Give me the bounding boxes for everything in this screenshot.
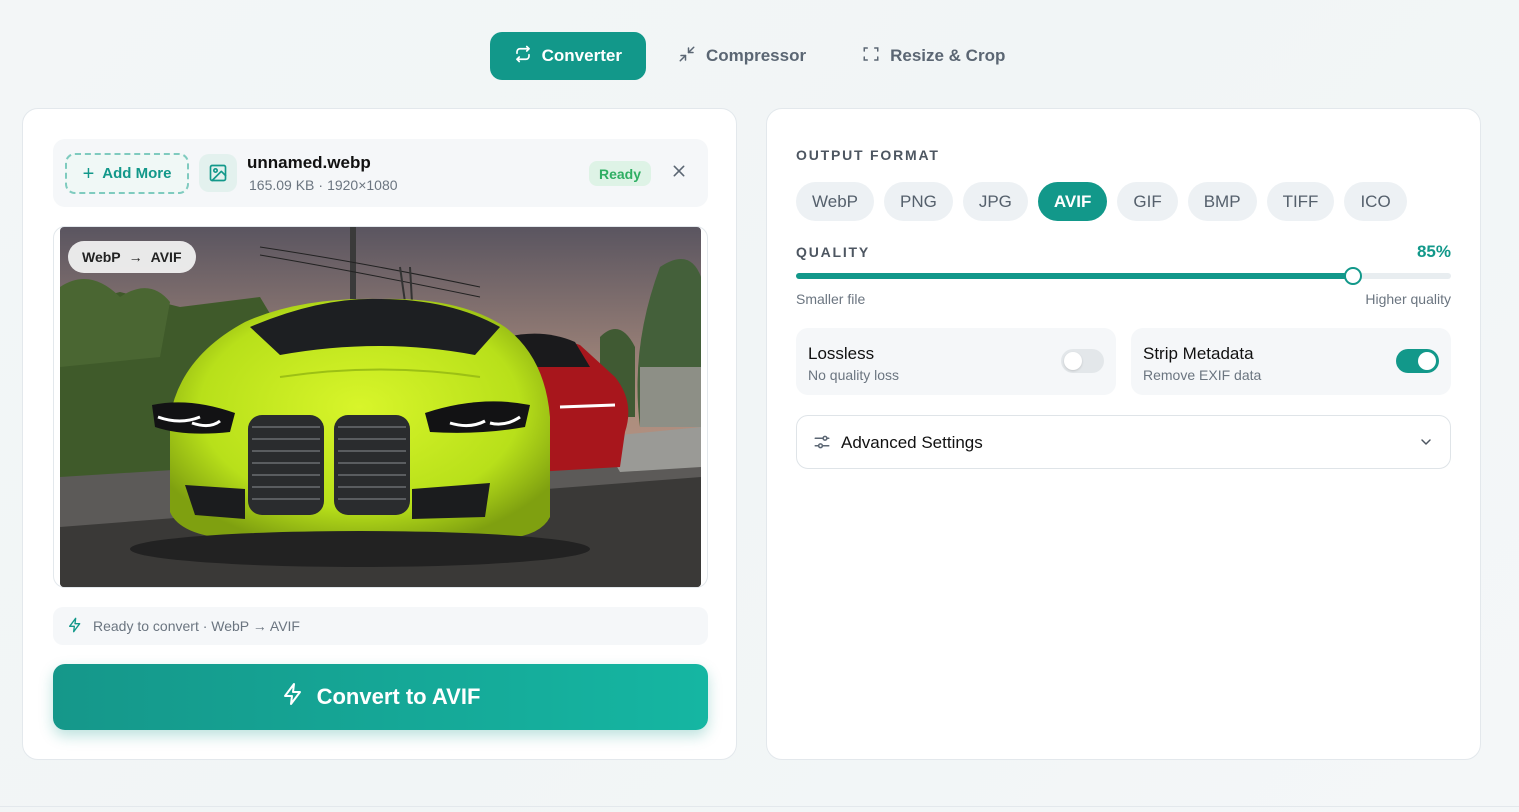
tab-converter-label: Converter: [541, 46, 622, 65]
output-format-label: OUTPUT FORMAT: [796, 147, 940, 163]
format-option[interactable]: PNG: [884, 182, 953, 221]
chevron-down-icon: [1418, 434, 1434, 455]
sliders-icon: [813, 433, 831, 456]
file-meta: 165.09 KB · 1920×1080: [247, 177, 400, 193]
arrow-right-icon: →: [128, 249, 143, 265]
from-format: WebP: [82, 249, 121, 265]
quality-value: 85%: [1416, 242, 1451, 261]
plus-icon: +: [82, 162, 95, 185]
mode-tabs: Converter Compressor Resize & Crop: [0, 32, 1519, 80]
format-option[interactable]: GIF: [1117, 182, 1178, 221]
minimize-icon: [678, 45, 696, 68]
quality-slider-fill: [796, 273, 1353, 279]
meta-separator: ·: [318, 177, 324, 193]
format-option[interactable]: JPG: [962, 182, 1028, 221]
add-more-button[interactable]: + Add More: [65, 153, 189, 194]
tab-converter[interactable]: Converter: [489, 32, 646, 80]
settings-panel: OUTPUT FORMAT WebP PNG JPG AVIF GIF BMP …: [766, 108, 1481, 760]
file-row: + Add More unnamed.webp 165.09 KB · 1920×1…: [53, 139, 708, 207]
lightning-icon: [281, 682, 305, 712]
footer-divider: [0, 806, 1519, 807]
crop-frame-icon: [862, 45, 880, 68]
strip-metadata-option: Strip Metadata Remove EXIF data: [1131, 328, 1451, 395]
format-option[interactable]: WebP: [796, 182, 874, 221]
format-selector: WebP PNG JPG AVIF GIF BMP TIFF ICO: [796, 182, 1407, 221]
preview-frame: WebP → AVIF: [53, 226, 708, 588]
strip-metadata-toggle[interactable]: [1396, 349, 1439, 373]
file-name: unnamed.webp: [247, 153, 371, 172]
toggle-knob: [1418, 352, 1436, 370]
quality-slider[interactable]: [796, 267, 1451, 285]
file-size: 165.09 KB: [249, 177, 315, 193]
quality-label: QUALITY: [796, 244, 871, 260]
format-option-selected[interactable]: AVIF: [1037, 182, 1108, 221]
lightning-icon: [67, 617, 83, 636]
lossless-title: Lossless: [808, 344, 875, 363]
lossless-option: Lossless No quality loss: [796, 328, 1116, 395]
quality-min-caption: Smaller file: [796, 291, 866, 307]
close-icon: [671, 163, 687, 184]
conversion-status-bar: Ready to convert · WebP → AVIF: [53, 607, 708, 645]
convert-button-label: Convert to AVIF: [316, 684, 481, 709]
lossless-toggle[interactable]: [1061, 349, 1104, 373]
tab-compressor[interactable]: Compressor: [654, 32, 830, 80]
file-panel: + Add More unnamed.webp 165.09 KB · 1920×1…: [22, 108, 737, 760]
tab-compressor-label: Compressor: [705, 46, 807, 65]
strip-metadata-subtitle: Remove EXIF data: [1143, 367, 1262, 383]
toggle-knob: [1064, 352, 1082, 370]
lossless-subtitle: No quality loss: [808, 367, 900, 383]
conversion-status-text: Ready to convert · WebP → AVIF: [93, 618, 300, 634]
add-more-label: Add More: [102, 165, 172, 182]
format-option[interactable]: TIFF: [1266, 182, 1335, 221]
format-option[interactable]: ICO: [1344, 182, 1407, 221]
to-format: AVIF: [150, 249, 182, 265]
file-dimensions: 1920×1080: [327, 177, 398, 193]
preview-image: [60, 227, 701, 587]
format-option[interactable]: BMP: [1187, 182, 1257, 221]
advanced-settings-toggle[interactable]: Advanced Settings: [796, 415, 1451, 469]
status-badge: Ready: [589, 161, 652, 186]
image-icon: [199, 154, 237, 192]
convert-button[interactable]: Convert to AVIF: [53, 664, 708, 730]
remove-file-button[interactable]: [667, 161, 691, 185]
quality-max-caption: Higher quality: [1365, 291, 1451, 307]
conversion-chip: WebP → AVIF: [68, 241, 196, 273]
tab-resize-crop-label: Resize & Crop: [890, 46, 1006, 65]
repeat-icon: [514, 45, 532, 68]
quality-slider-thumb[interactable]: [1343, 267, 1362, 285]
advanced-settings-label: Advanced Settings: [841, 433, 983, 452]
tab-resize-crop[interactable]: Resize & Crop: [838, 32, 1029, 80]
strip-metadata-title: Strip Metadata: [1143, 344, 1254, 363]
